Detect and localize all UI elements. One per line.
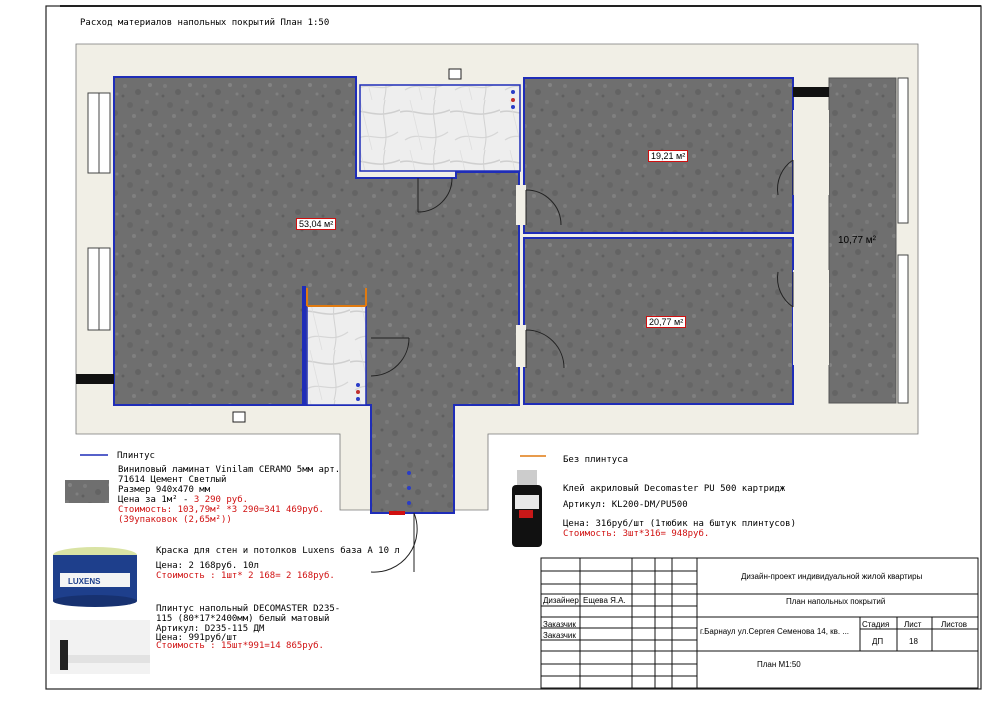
tb-customer-label-1: Заказчик — [543, 620, 576, 629]
tb-designer-name: Ещева Я.А. — [583, 596, 626, 605]
drawing-sheet: Расход материалов напольных покрытий Пла… — [0, 0, 991, 702]
tb-sheet-name: План напольных покрытий — [786, 597, 886, 606]
tb-scale: План М1:50 — [757, 660, 801, 669]
plinth-name-1: Плинтус напольный DECOMASTER D235- — [156, 604, 341, 614]
tb-stage-label: Стадия — [862, 620, 890, 629]
glue-cost: Стоимость: 3шт*316= 948руб. — [563, 529, 710, 539]
legend-no-plinth-label: Без плинтуса — [563, 455, 629, 465]
laminate-name-2: 71614 Цемент Светлый — [118, 475, 227, 485]
room-bathroom-top — [359, 84, 521, 172]
area-label-bedroom-top: 19,21 м² — [648, 150, 689, 162]
plinth-name-2: 115 (80*17*2400мм) белый матовый — [156, 614, 330, 624]
area-label-bedroom-bottom: 20,77 м² — [646, 316, 687, 328]
tb-stage-value: ДП — [872, 637, 884, 646]
laminate-size: Размер 940х470 мм — [118, 485, 211, 495]
laminate-cost-1: Стоимость: 103,79м² *3 290=341 469руб. — [118, 505, 324, 515]
glue-product-image — [512, 470, 542, 547]
laminate-price: Цена за 1м² - 3 290 руб. — [118, 495, 249, 505]
room-bathroom-small — [306, 305, 367, 406]
plinth-product-image — [50, 620, 150, 674]
paint-price: Цена: 2 168руб. 10л — [156, 561, 259, 571]
tb-project: Дизайн-проект индивидуальной жилой кварт… — [741, 572, 923, 581]
glue-name: Клей акриловый Decomaster PU 500 картрид… — [563, 484, 786, 494]
laminate-cost-2: (39упаковок (2,65м²)) — [118, 515, 232, 525]
area-label-main: 53,04 м² — [296, 218, 337, 230]
sheet-title: Расход материалов напольных покрытий Пла… — [80, 18, 330, 28]
tb-address: г.Барнаул ул.Сергея Семенова 14, кв. ... — [700, 627, 850, 636]
laminate-swatch — [65, 480, 109, 503]
area-label-balcony: 10,77 м² — [838, 235, 877, 246]
tb-sheet-label: Лист — [904, 620, 922, 629]
tb-sheets-label: Листов — [941, 620, 967, 629]
glue-price: Цена: 316руб/шт (1тюбик на 6штук плинтус… — [563, 519, 796, 529]
tb-designer-label: Дизайнер — [543, 596, 579, 605]
laminate-name-1: Виниловый ламинат Vinilam CERAMO 5мм арт… — [118, 465, 341, 475]
tb-sheet-value: 18 — [909, 637, 918, 646]
paint-name: Краска для стен и потолков Luxens база А… — [156, 546, 400, 556]
legend-plinth-label: Плинтус — [117, 451, 155, 461]
plinth-cost: Стоимость : 15шт*991=14 865руб. — [156, 641, 324, 651]
paint-brand-label: LUXENS — [68, 577, 101, 586]
glue-article: Артикул: KL200-DM/PU500 — [563, 500, 688, 510]
tb-customer-label-2: Заказчик — [543, 631, 576, 640]
paint-cost: Стоимость : 1шт* 2 168= 2 168руб. — [156, 571, 335, 581]
